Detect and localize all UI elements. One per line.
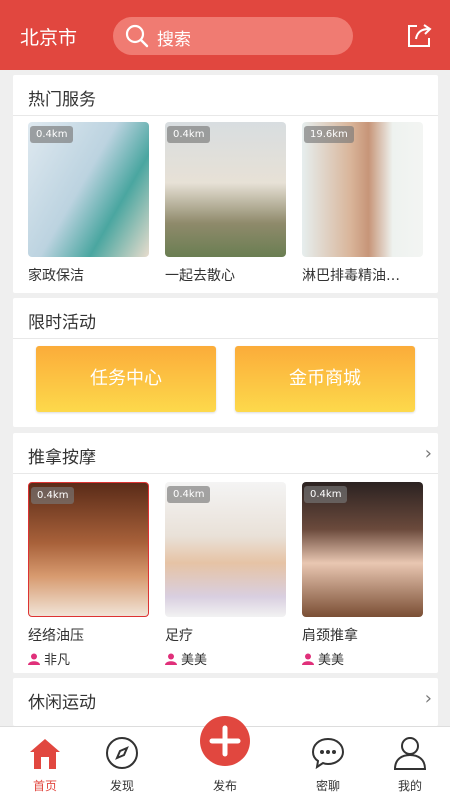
task-center-button[interactable]: 任务中心 [36,346,216,412]
massage-label[interactable]: 经络油压 [28,625,84,645]
chevron-right-icon[interactable]: › [425,688,432,709]
home-icon [30,739,60,769]
distance-badge: 19.6km [304,126,354,143]
chat-bubble-icon [311,737,345,770]
service-label[interactable]: 一起去散心 [165,265,286,285]
provider-name: 美美 [318,653,345,668]
distance-badge: 0.4km [304,486,348,503]
divider [13,115,438,116]
section-title: 推拿按摩 [28,448,96,468]
section-title: 休闲运动 [28,693,96,713]
service-image-spa[interactable]: 19.6km [302,122,423,257]
massage-image-foot[interactable]: 0.4km [165,482,286,617]
search-icon [125,24,149,48]
top-bar: 北京市 搜索 [0,0,450,70]
tab-label: 发现 [109,779,134,793]
distance-badge: 0.4km [167,126,211,143]
tab-chat[interactable]: 密聊 [283,727,373,800]
tab-label: 我的 [397,779,422,793]
service-label[interactable]: 淋巴排毒精油… [302,265,428,285]
chevron-right-icon[interactable]: › [425,443,432,464]
compass-icon [106,737,138,769]
activity-section: 限时活动 任务中心 金币商城 [13,298,438,427]
user-icon [165,653,177,665]
hot-services-section: 热门服务 0.4km 家政保洁 0.4km 一起去散心 19.6km 淋巴排毒精… [13,75,438,293]
plus-icon [209,725,241,757]
tab-label: 发布 [212,779,237,793]
user-icon [28,653,40,665]
divider [13,473,438,474]
divider [13,338,438,339]
service-image-hiking[interactable]: 0.4km [165,122,286,257]
city-selector[interactable]: 北京市 [20,23,77,50]
massage-label[interactable]: 肩颈推拿 [302,625,358,645]
massage-section: 推拿按摩 › 0.4km 经络油压 非凡 0.4km 足疗 美美 0.4km 肩… [13,433,438,673]
distance-badge: 0.4km [31,487,75,504]
section-title: 热门服务 [28,90,96,110]
share-icon[interactable] [405,22,433,50]
service-image-cleaning[interactable]: 0.4km [28,122,149,257]
publish-button[interactable] [200,716,250,766]
person-icon [393,737,427,770]
section-title: 限时活动 [28,313,96,333]
provider-name: 非凡 [44,653,71,668]
massage-image-oil[interactable]: 0.4km [28,482,149,617]
provider-name: 美美 [181,653,208,668]
tab-label: 密聊 [315,779,340,793]
service-label[interactable]: 家政保洁 [28,265,149,285]
coin-mall-button[interactable]: 金币商城 [235,346,415,412]
provider-row: 美美 [302,649,344,668]
search-input[interactable]: 搜索 [113,17,353,55]
tab-discover[interactable]: 发现 [77,727,167,800]
provider-row: 美美 [165,649,207,668]
tab-profile[interactable]: 我的 [365,727,450,800]
massage-label[interactable]: 足疗 [165,625,193,645]
user-icon [302,653,314,665]
distance-badge: 0.4km [167,486,211,503]
search-placeholder: 搜索 [157,30,191,50]
provider-row: 非凡 [28,649,70,668]
distance-badge: 0.4km [30,126,74,143]
massage-image-neck[interactable]: 0.4km [302,482,423,617]
